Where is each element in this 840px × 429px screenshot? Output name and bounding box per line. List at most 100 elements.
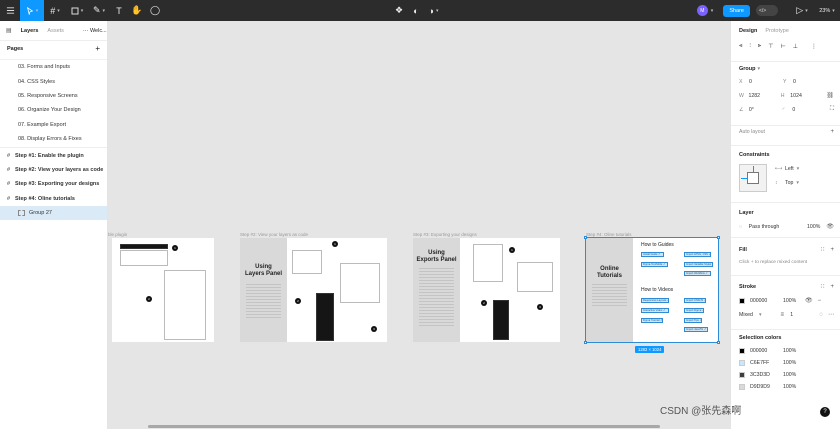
stroke-settings-icon[interactable]: ◌	[819, 312, 823, 318]
layer-frame-step3[interactable]: # Step #3: Exporting your designs	[0, 177, 107, 191]
page-item[interactable]: 03. Forms and Inputs	[0, 60, 107, 74]
horizontal-constraint[interactable]: Left	[785, 166, 794, 172]
resize-handle[interactable]	[584, 341, 587, 344]
tab-prototype[interactable]: Prototype	[765, 28, 789, 34]
frame-label[interactable]: Step #2: View your layers as code	[240, 232, 308, 237]
chevron-down-icon[interactable]: ▾	[758, 66, 761, 72]
mask-icon[interactable]: ◐	[413, 0, 418, 21]
layer-opacity[interactable]: 100%	[807, 224, 826, 230]
selection-color-row[interactable]: C6E7FF 100%	[739, 360, 834, 366]
add-page-icon[interactable]: +	[95, 44, 100, 53]
frame-step3[interactable]: Using Exports Panel 1 2 3	[413, 238, 560, 342]
color-swatch[interactable]	[739, 372, 745, 378]
panel-toggle-icon[interactable]: ▤	[6, 27, 12, 34]
selection-color-row[interactable]: D9D9D9 100%	[739, 384, 834, 390]
frame-step1[interactable]: 1 2	[112, 238, 214, 342]
page-item[interactable]: 08. Display Errors & Fixes	[0, 132, 107, 146]
align-bottom-icon[interactable]: ⊥	[793, 43, 798, 50]
frame-tool-icon[interactable]: # ▾	[44, 0, 66, 21]
page-item[interactable]: 07. Example Export	[0, 118, 107, 132]
independent-corners-icon[interactable]: ⛶	[830, 106, 834, 113]
color-hex[interactable]: C6E7FF	[750, 360, 783, 366]
resize-handle[interactable]	[584, 236, 587, 239]
resize-handle[interactable]	[717, 236, 720, 239]
align-top-icon[interactable]: ⊤	[768, 43, 773, 50]
shape-tool-icon[interactable]: ▾	[66, 0, 88, 21]
color-swatch[interactable]	[739, 384, 745, 390]
constrain-proportions-icon[interactable]: ⛓	[826, 92, 834, 99]
canvas[interactable]: ble plugin 1 2 Step #2: View your layers…	[108, 21, 730, 429]
color-opacity[interactable]: 100%	[783, 360, 796, 366]
hand-tool-icon[interactable]: ✋	[128, 0, 146, 21]
comment-tool-icon[interactable]: ◯	[146, 0, 164, 21]
color-hex[interactable]: 000000	[750, 348, 783, 354]
style-grid-icon[interactable]: ∷	[821, 247, 825, 253]
remove-stroke-icon[interactable]: −	[818, 298, 822, 304]
selection-color-row[interactable]: 3C3D3D 100%	[739, 372, 834, 378]
color-hex[interactable]: 3C3D3D	[750, 372, 783, 378]
figma-menu-icon[interactable]	[0, 0, 20, 21]
boolean-icon[interactable]: ◑ ▾	[429, 0, 439, 21]
stroke-swatch[interactable]	[739, 297, 745, 304]
constraints-widget[interactable]	[739, 164, 767, 192]
align-right-icon[interactable]: ⫸	[758, 43, 761, 50]
tab-layers[interactable]: Layers	[21, 28, 39, 34]
visibility-eye-icon[interactable]: 👁	[826, 223, 834, 230]
layer-group-27[interactable]: Group 27	[0, 205, 107, 221]
vertical-constraint[interactable]: Top	[785, 180, 793, 186]
stroke-position-label[interactable]: Mixed	[739, 312, 753, 318]
align-center-v-icon[interactable]: ⊢	[781, 43, 786, 50]
add-fill-icon[interactable]: +	[830, 247, 834, 253]
add-stroke-icon[interactable]: +	[830, 284, 834, 290]
y-field[interactable]: 0	[793, 79, 796, 85]
pen-tool-icon[interactable]: ✎ ▾	[88, 0, 110, 21]
page-item[interactable]: 04. CSS Styles	[0, 74, 107, 88]
zoom-dropdown[interactable]: 23% ▾	[814, 0, 840, 21]
frame-label[interactable]: Step #3: Exporting your designs	[413, 232, 477, 237]
width-field[interactable]: 1282	[749, 93, 781, 99]
color-opacity[interactable]: 100%	[783, 348, 796, 354]
add-auto-layout-icon[interactable]: +	[830, 129, 834, 135]
blend-mode-select[interactable]: Pass through	[749, 224, 795, 230]
height-field[interactable]: 1024	[790, 93, 826, 99]
avatar[interactable]: M	[696, 5, 708, 16]
color-swatch[interactable]	[739, 360, 745, 366]
layer-frame-step2[interactable]: # Step #2: View your layers as code	[0, 163, 107, 177]
tab-design[interactable]: Design	[739, 28, 757, 34]
frame-step2[interactable]: Using Layers Panel 1 2 3	[240, 238, 387, 342]
dev-mode-toggle[interactable]: </>	[756, 5, 778, 16]
stroke-color-field[interactable]: 000000	[750, 298, 783, 304]
color-hex[interactable]: D9D9D9	[750, 384, 783, 390]
chevron-down-icon[interactable]: ▾	[711, 8, 714, 14]
move-tool-icon[interactable]: ▾	[20, 0, 44, 21]
present-icon[interactable]: ▷ ▾	[790, 0, 814, 21]
tab-assets[interactable]: Assets	[47, 28, 64, 34]
frame-label[interactable]: ble plugin	[108, 232, 127, 237]
component-icon[interactable]: ❖	[395, 0, 403, 21]
stroke-opacity-field[interactable]: 100%	[783, 298, 803, 304]
align-left-icon[interactable]: ⫷	[739, 43, 742, 50]
visibility-eye-icon[interactable]: 👁	[805, 297, 813, 304]
tab-welcome[interactable]: ⋯ Welc...	[83, 28, 107, 34]
distribute-icon[interactable]: ⋮	[811, 43, 817, 50]
selection-color-row[interactable]: 000000 100%	[739, 348, 834, 354]
page-item[interactable]: 06. Organize Your Design	[0, 103, 107, 117]
selection-box[interactable]	[584, 236, 720, 344]
more-options-icon[interactable]: ⋯	[828, 311, 834, 318]
rotation-field[interactable]: 0°	[749, 107, 783, 113]
align-center-h-icon[interactable]: ⫶	[749, 43, 751, 50]
share-button[interactable]: Share	[723, 4, 750, 17]
layer-frame-step1[interactable]: # Step #1: Enable the plugin	[0, 148, 107, 162]
help-icon[interactable]: ?	[820, 407, 830, 417]
horizontal-scrollbar[interactable]	[148, 425, 660, 428]
color-opacity[interactable]: 100%	[783, 384, 796, 390]
layer-frame-step4[interactable]: # Step #4: Oline tutorials	[0, 192, 107, 206]
color-opacity[interactable]: 100%	[783, 372, 796, 378]
page-item[interactable]: 05. Responsive Screens	[0, 89, 107, 103]
color-swatch[interactable]	[739, 348, 745, 354]
resize-handle[interactable]	[717, 341, 720, 344]
text-tool-icon[interactable]: T	[110, 0, 128, 21]
style-grid-icon[interactable]: ∷	[821, 284, 825, 290]
stroke-weight-field[interactable]: 1	[790, 312, 819, 318]
radius-field[interactable]: 0	[792, 107, 830, 113]
